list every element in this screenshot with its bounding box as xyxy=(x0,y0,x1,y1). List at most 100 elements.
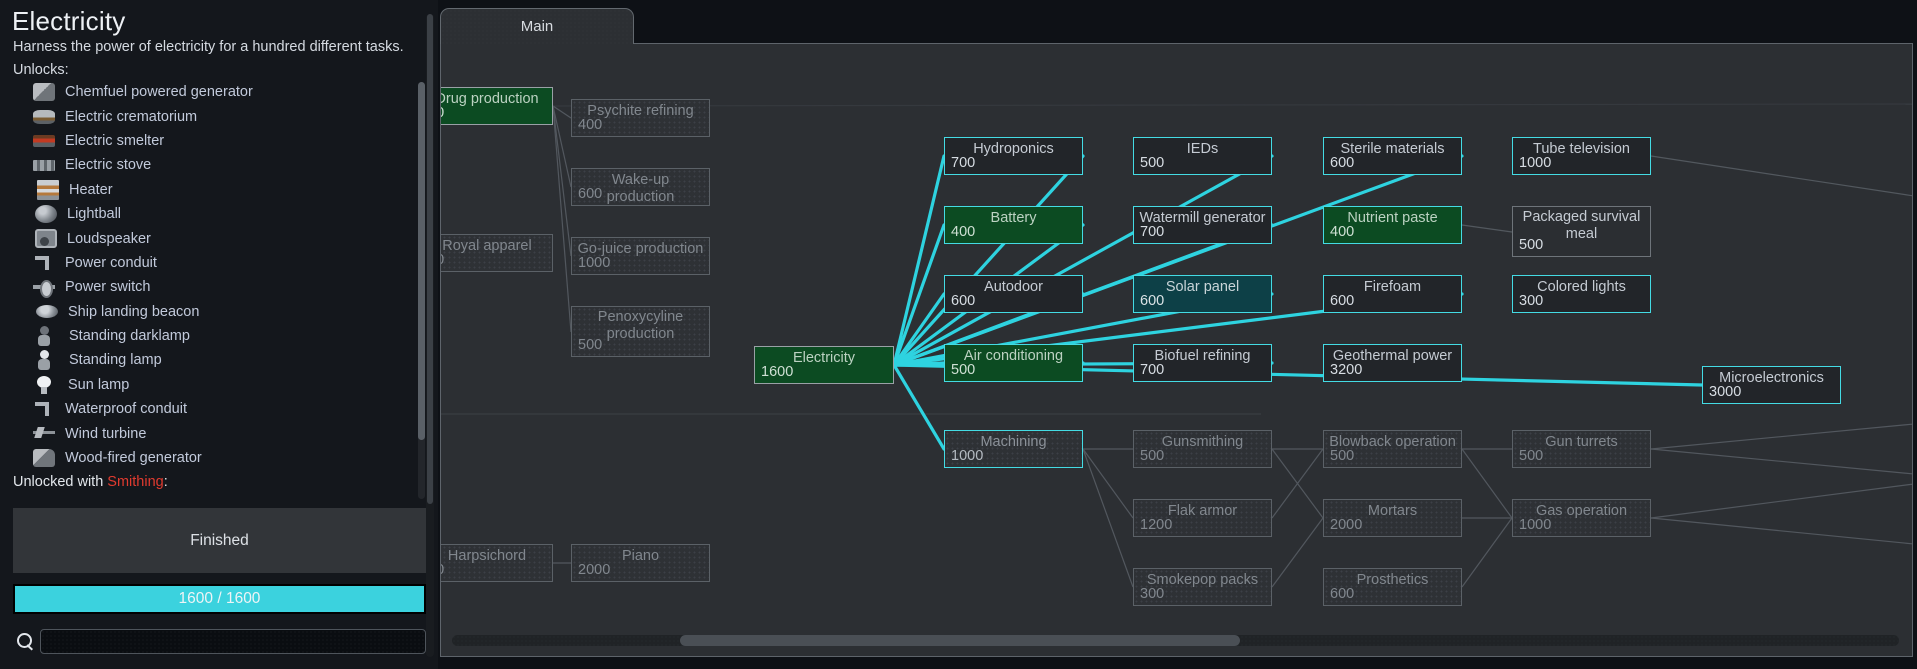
research-node-electricity[interactable]: Electricity 1600 xyxy=(754,346,894,384)
sidebar-scrollbar-thumb[interactable] xyxy=(418,82,425,440)
darklamp-icon xyxy=(37,326,59,347)
list-item[interactable]: Electric smithy xyxy=(13,495,425,500)
research-node-solar-panel[interactable]: Solar panel 600 xyxy=(1133,275,1272,313)
research-node-battery[interactable]: Battery 400 xyxy=(944,206,1083,244)
lamp-icon xyxy=(37,350,59,371)
unlock-label: Standing darklamp xyxy=(69,328,190,345)
research-node-gunsmithing[interactable]: Gunsmithing 500 xyxy=(1133,430,1272,468)
research-node-firefoam[interactable]: Firefoam 600 xyxy=(1323,275,1462,313)
list-item[interactable]: Power conduit xyxy=(13,251,425,275)
tree-vertical-scrollbar-thumb[interactable] xyxy=(427,14,433,504)
research-node-flak-armor[interactable]: Flak armor 1200 xyxy=(1133,499,1272,537)
research-node-packaged-survival-meal[interactable]: Packaged survival meal 500 xyxy=(1512,206,1651,257)
list-item[interactable]: Power switch xyxy=(13,275,425,299)
search-input[interactable] xyxy=(40,628,426,654)
unlock-label: Power switch xyxy=(65,279,151,296)
list-item[interactable]: Electric crematorium xyxy=(13,104,425,128)
research-node-ieds[interactable]: IEDs 500 xyxy=(1133,137,1272,175)
list-item[interactable]: Ship landing beacon xyxy=(13,300,425,324)
sidebar-scrollbar[interactable] xyxy=(418,82,425,499)
research-progress-bar: 1600 / 1600 xyxy=(13,584,426,614)
research-node-cost: 1000 xyxy=(1519,517,1552,533)
research-node-tube-television[interactable]: Tube television 1000 xyxy=(1512,137,1651,175)
research-node-microelectronics[interactable]: Microelectronics 3000 xyxy=(1702,366,1841,404)
list-item[interactable]: Electric stove xyxy=(13,153,425,177)
research-node-mortars[interactable]: Mortars 2000 xyxy=(1323,499,1462,537)
list-item[interactable]: Sun lamp xyxy=(13,373,425,397)
conduit-icon xyxy=(33,400,55,418)
research-node-blowback-operation[interactable]: Blowback operation 500 xyxy=(1323,430,1462,468)
unlock-label: Waterproof conduit xyxy=(65,401,187,418)
research-node-cost: 600 xyxy=(1330,586,1355,602)
research-node-cost: 600 xyxy=(1330,293,1355,309)
research-node-smokepop-packs[interactable]: Smokepop packs 300 xyxy=(1133,568,1272,606)
separator-tech-link[interactable]: Smithing xyxy=(107,474,163,490)
research-node-colored-lights[interactable]: Colored lights 300 xyxy=(1512,275,1651,313)
research-node-air-conditioning[interactable]: Air conditioning 500 xyxy=(944,344,1083,382)
tab-main[interactable]: Main xyxy=(440,8,634,44)
chemfuel-generator-icon xyxy=(33,83,55,102)
conduit-icon xyxy=(33,254,55,272)
progress-label: 1600 / 1600 xyxy=(178,590,261,607)
research-node-cost: 2000 xyxy=(1330,517,1363,533)
tree-canvas[interactable]: Drug production00 Royal apparel00 Harpsich… xyxy=(440,43,1913,657)
research-node-cost: 00 xyxy=(441,105,444,121)
research-node-hydroponics[interactable]: Hydroponics 700 xyxy=(944,137,1083,175)
research-node-cost: 1600 xyxy=(761,364,794,380)
tree-vertical-scrollbar[interactable] xyxy=(426,14,434,657)
research-node-gun-turrets[interactable]: Gun turrets 500 xyxy=(1512,430,1651,468)
list-item[interactable]: Wind turbine xyxy=(13,421,425,445)
research-node-biofuel-refining[interactable]: Biofuel refining 700 xyxy=(1133,344,1272,382)
unlock-label: Electric smithy xyxy=(65,499,158,500)
research-node-gas-operation[interactable]: Gas operation 1000 xyxy=(1512,499,1651,537)
research-node-cost: 600 xyxy=(578,186,603,202)
research-node-autodoor[interactable]: Autodoor 600 xyxy=(944,275,1083,313)
research-node-go-juice-production[interactable]: Go-juice production 1000 xyxy=(571,237,710,275)
tree-horizontal-scrollbar-thumb[interactable] xyxy=(680,635,1240,646)
research-node-cost: 600 xyxy=(1330,155,1355,171)
list-item[interactable]: Lightball xyxy=(13,202,425,226)
research-node-harpsichord[interactable]: Harpsichord00 xyxy=(441,544,553,582)
smelter-icon xyxy=(33,134,55,147)
research-node-cost: 300 xyxy=(1519,293,1544,309)
list-item[interactable]: Chemfuel powered generator xyxy=(13,80,425,104)
list-item[interactable]: Heater xyxy=(13,178,425,202)
list-item[interactable]: Waterproof conduit xyxy=(13,397,425,421)
page-title: Electricity xyxy=(12,6,126,36)
heater-icon xyxy=(37,179,59,200)
list-item[interactable]: Standing darklamp xyxy=(13,324,425,348)
research-node-piano[interactable]: Piano 2000 xyxy=(571,544,710,582)
research-node-watermill-generator[interactable]: Watermill generator 700 xyxy=(1133,206,1272,244)
research-node-cost: 300 xyxy=(1140,586,1165,602)
research-node-prosthetics[interactable]: Prosthetics 600 xyxy=(1323,568,1462,606)
research-node-cost: 3000 xyxy=(1709,384,1742,400)
crematorium-icon xyxy=(33,109,55,124)
research-node-cost: 1000 xyxy=(578,255,611,271)
research-node-wake-up-production[interactable]: Wake-up production 600 xyxy=(571,168,710,206)
research-node-cost: 400 xyxy=(951,224,976,240)
research-node-cost: 1000 xyxy=(951,448,984,464)
list-item[interactable]: Standing lamp xyxy=(13,348,425,372)
switch-icon xyxy=(33,278,55,299)
unlocks-list[interactable]: Chemfuel powered generator Electric crem… xyxy=(13,80,425,500)
list-item[interactable]: Electric smelter xyxy=(13,129,425,153)
research-node-cost: 3200 xyxy=(1330,362,1363,378)
research-node-geothermal-power[interactable]: Geothermal power 3200 xyxy=(1323,344,1462,382)
research-node-penoxycyline-production[interactable]: Penoxycyline production 500 xyxy=(571,306,710,357)
research-node-machining[interactable]: Machining 1000 xyxy=(944,430,1083,468)
research-node-sterile-materials[interactable]: Sterile materials 600 xyxy=(1323,137,1462,175)
research-node-drug-production[interactable]: Drug production00 xyxy=(441,87,553,125)
research-node-cost: 500 xyxy=(1519,448,1544,464)
research-node-nutrient-paste[interactable]: Nutrient paste 400 xyxy=(1323,206,1462,244)
list-item[interactable]: Wood-fired generator xyxy=(13,446,425,470)
tree-horizontal-scrollbar[interactable] xyxy=(452,635,1899,646)
unlock-label: Sun lamp xyxy=(68,376,130,393)
research-node-cost: 500 xyxy=(1140,155,1165,171)
research-screen: Electricity Harness the power of electri… xyxy=(0,0,1917,669)
list-item[interactable]: Loudspeaker xyxy=(13,226,425,250)
unlock-label: Standing lamp xyxy=(69,352,162,369)
research-node-psychite-refining[interactable]: Psychite refining 400 xyxy=(571,99,710,137)
research-node-cost: 600 xyxy=(1140,293,1165,309)
unlocks-label: Unlocks: xyxy=(13,62,69,78)
research-node-royal-apparel[interactable]: Royal apparel00 xyxy=(441,234,553,272)
